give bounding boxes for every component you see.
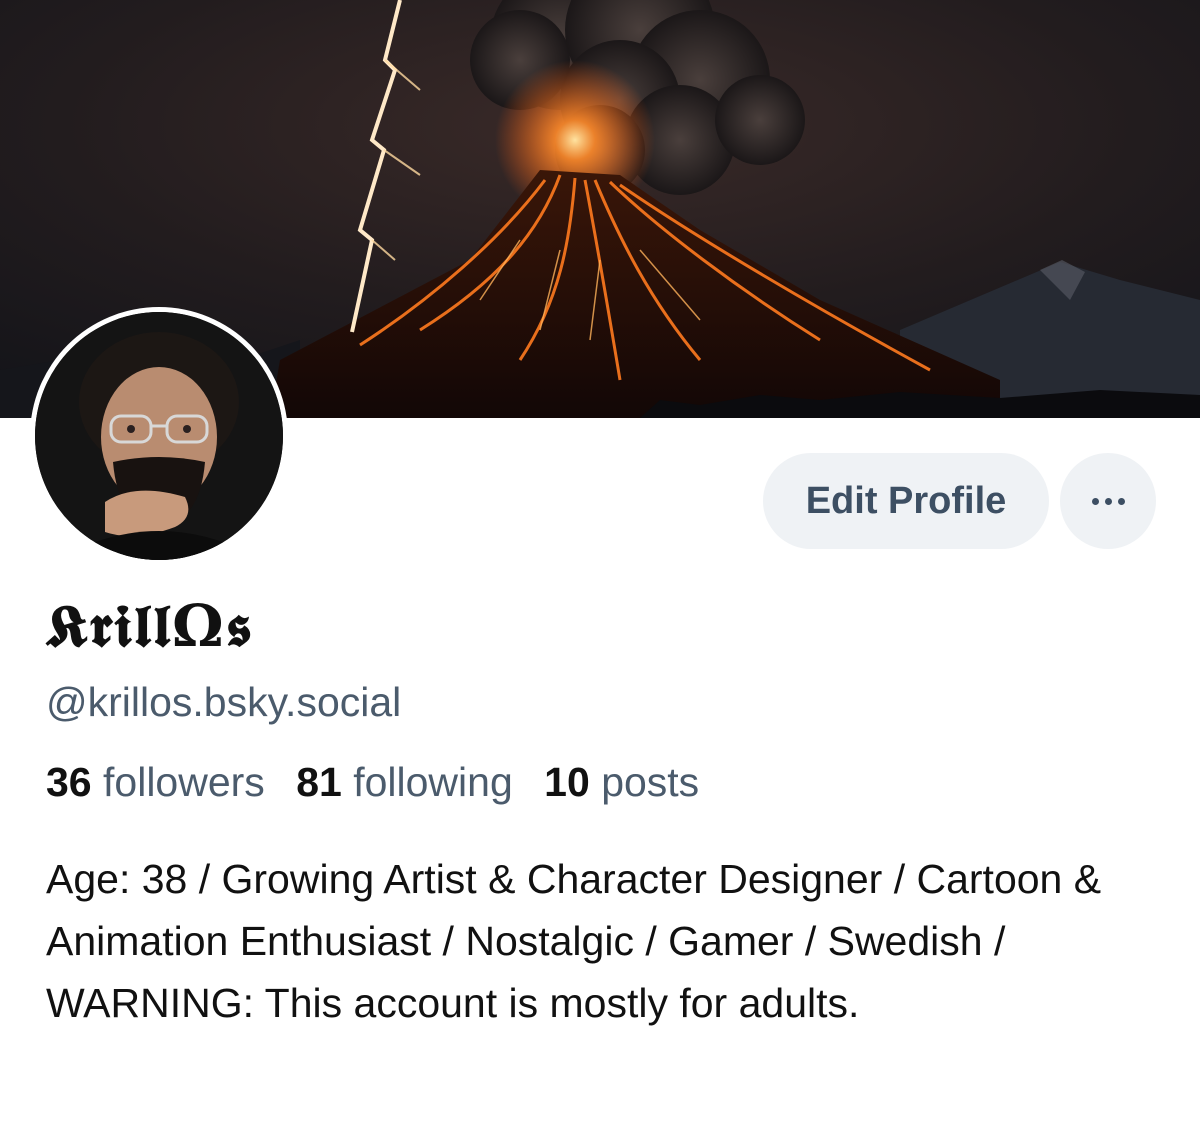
profile-stats: 36 followers 81 following 10 posts [46, 756, 719, 808]
profile-bio: Age: 38 / Growing Artist & Character Des… [46, 856, 1102, 1026]
avatar[interactable] [30, 307, 288, 565]
profile-handle[interactable]: @krillos.bsky.social [46, 676, 401, 728]
avatar-image [35, 312, 283, 560]
posts-count: 10 [544, 759, 590, 805]
following-label: following [353, 759, 513, 805]
more-options-button[interactable] [1060, 453, 1156, 549]
followers-label: followers [103, 759, 265, 805]
ellipsis-icon [1091, 497, 1125, 505]
display-name: 𝕶𝖗𝖎𝖑𝖑Ω𝖘 [46, 592, 254, 660]
following-link[interactable]: 81 following [296, 756, 513, 808]
posts-label: posts [601, 759, 700, 805]
profile-page: Edit Profile 𝕶𝖗𝖎𝖑𝖑Ω𝖘 @krillos.bsky.socia… [0, 0, 1200, 1141]
following-count: 81 [296, 759, 342, 805]
followers-link[interactable]: 36 followers [46, 756, 265, 808]
posts-stat: 10 posts [544, 756, 699, 808]
edit-profile-button[interactable]: Edit Profile [763, 453, 1049, 549]
followers-count: 36 [46, 759, 92, 805]
